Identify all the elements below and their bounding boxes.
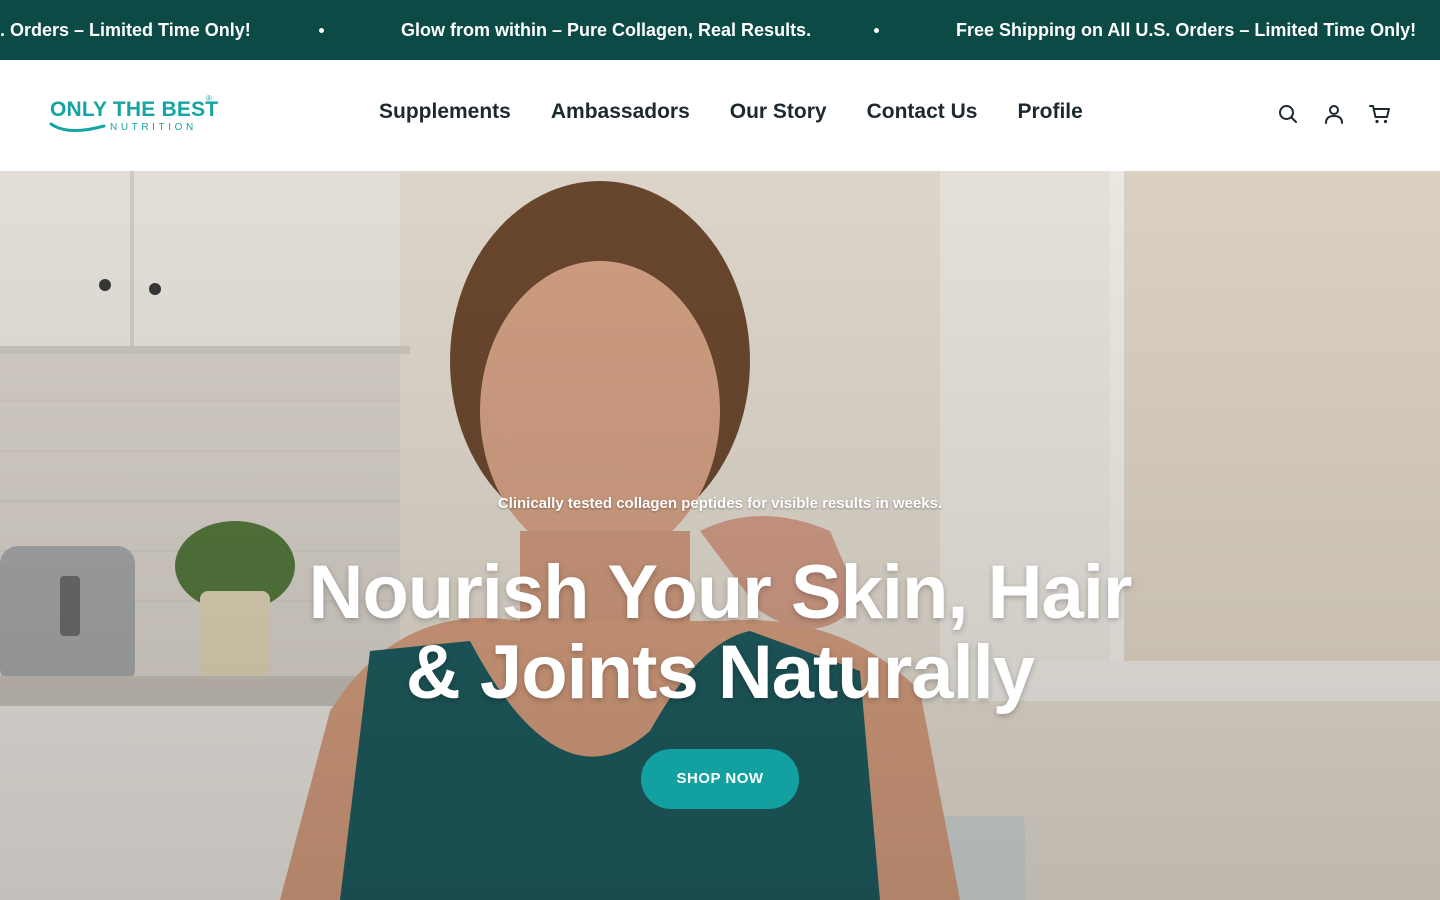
hero-title-line-1: Nourish Your Skin, Hair <box>308 550 1132 635</box>
account-icon[interactable] <box>1322 102 1346 126</box>
announcement-bar: . Orders – Limited Time Only! Glow from … <box>0 0 1440 60</box>
hero-title: Nourish Your Skin, Hair & Joints Natural… <box>270 553 1170 713</box>
nav-item-ambassadors[interactable]: Ambassadors <box>551 100 690 124</box>
header-actions <box>1276 102 1392 126</box>
brand-logo[interactable]: ONLY THE BEST ® NUTRITION <box>48 94 218 138</box>
nav-item-profile[interactable]: Profile <box>1017 100 1082 124</box>
site-header: ONLY THE BEST ® NUTRITION Supplements Am… <box>0 60 1440 171</box>
search-icon[interactable] <box>1276 102 1300 126</box>
announcement-text: . Orders – Limited Time Only! <box>0 20 251 40</box>
announcement-separator <box>874 28 879 33</box>
hero-title-line-2: & Joints Naturally <box>405 630 1035 715</box>
nav-item-supplements[interactable]: Supplements <box>379 100 511 124</box>
hero-banner: Clinically tested collagen peptides for … <box>0 171 1440 900</box>
hero-subtitle: Clinically tested collagen peptides for … <box>497 495 943 512</box>
announcement-separator <box>319 28 324 33</box>
cart-icon[interactable] <box>1368 102 1392 126</box>
shop-now-button[interactable]: SHOP NOW <box>641 749 799 809</box>
announcement-text: Free Shipping on All U.S. Orders – Limit… <box>956 20 1417 40</box>
nav-item-our-story[interactable]: Our Story <box>730 100 827 124</box>
logo-swoosh-icon <box>49 122 106 132</box>
nav-item-contact-us[interactable]: Contact Us <box>867 100 978 124</box>
logo-subtitle: NUTRITION <box>110 122 197 133</box>
main-nav: Supplements Ambassadors Our Story Contac… <box>379 100 1083 124</box>
logo-registered-mark: ® <box>206 94 212 103</box>
announcement-text: Glow from within – Pure Collagen, Real R… <box>401 20 812 40</box>
